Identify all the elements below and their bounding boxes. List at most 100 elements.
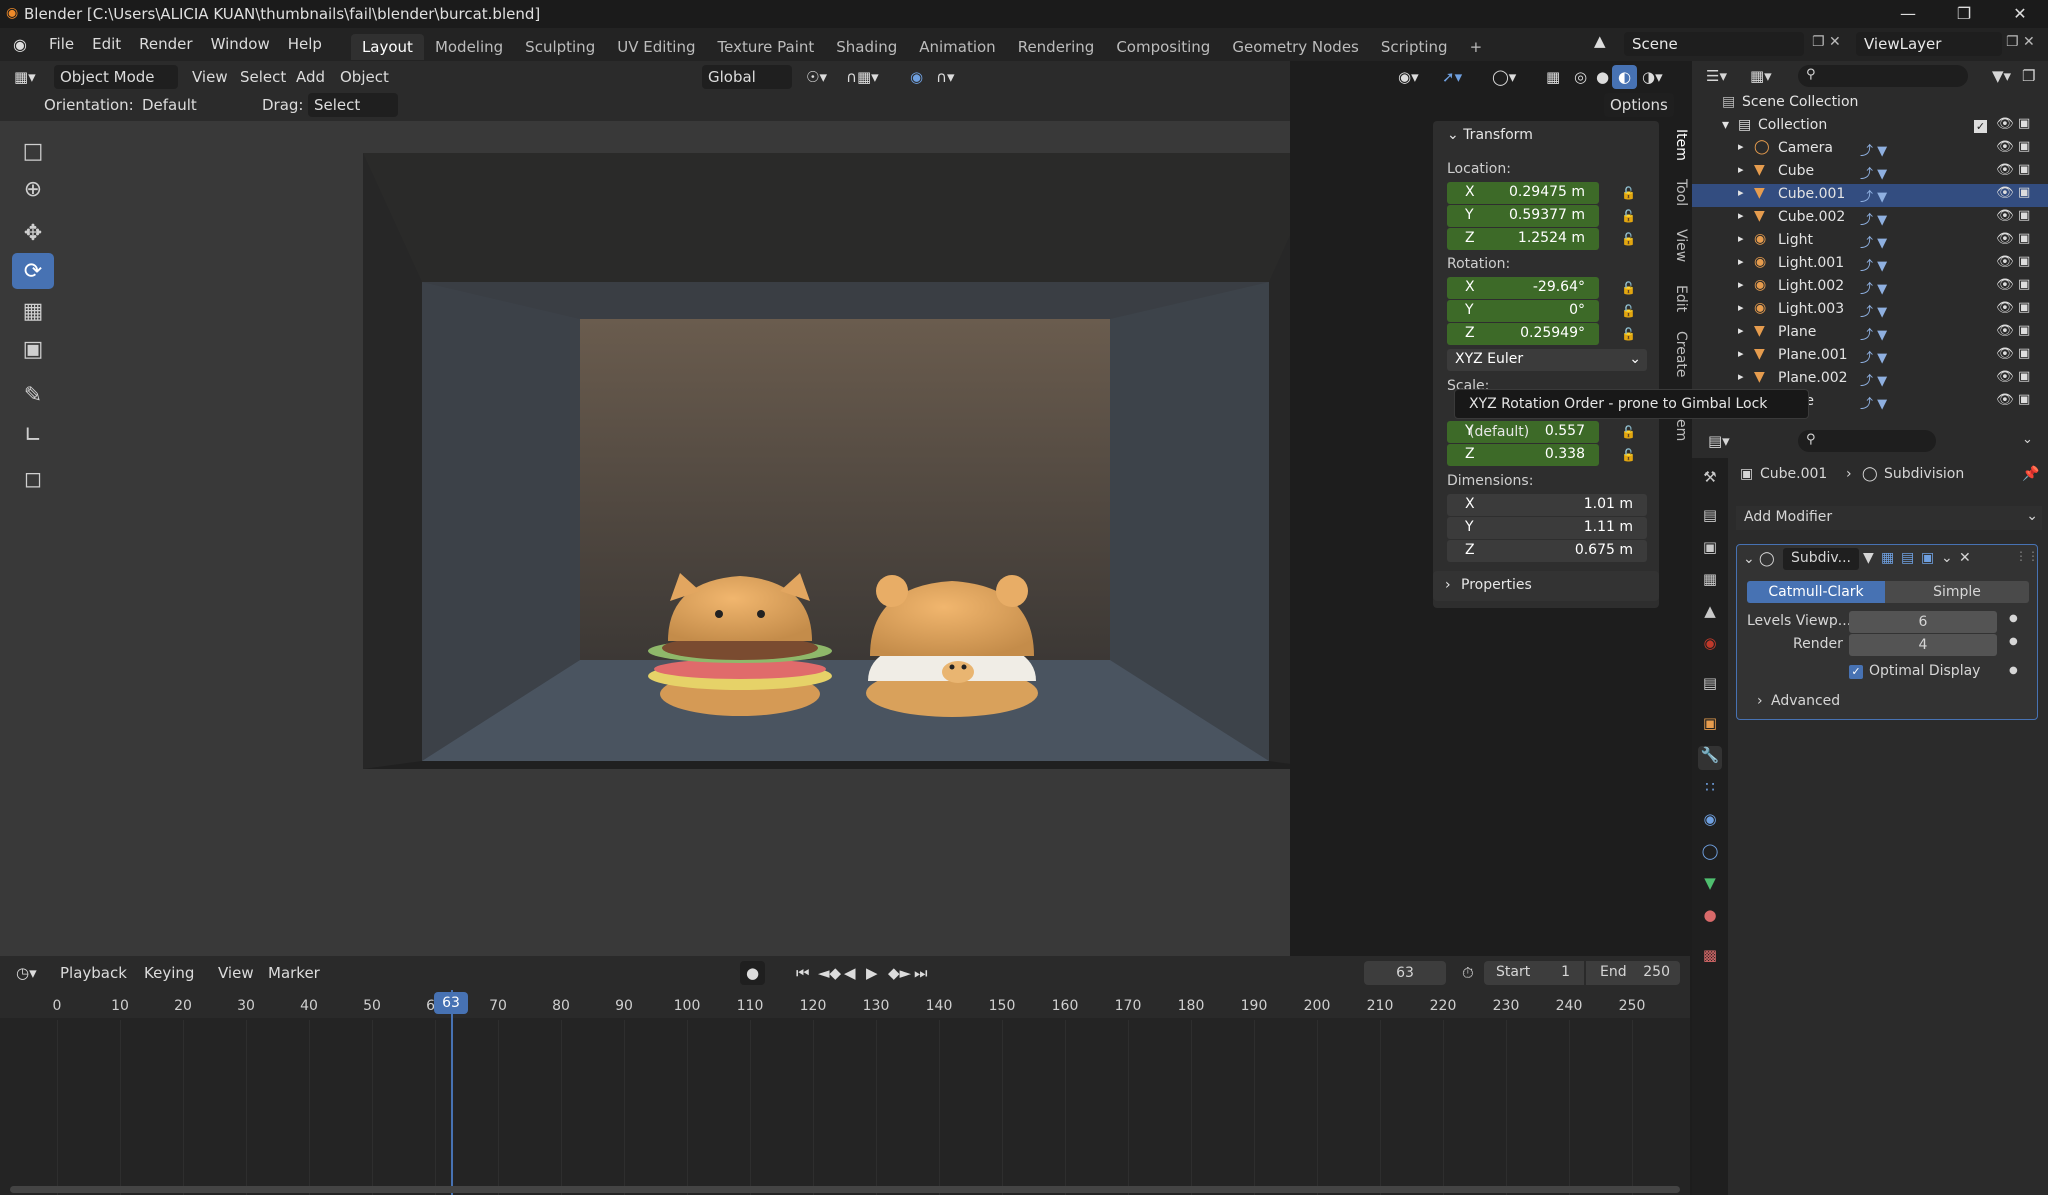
menu-view[interactable]: View xyxy=(186,65,234,89)
lock-icon[interactable]: 🔓 xyxy=(1621,304,1636,318)
location-x-field[interactable]: X 0.29475 m xyxy=(1447,182,1599,204)
transform-orientation-selector[interactable]: Global xyxy=(702,65,792,89)
dimensions-z-field[interactable]: Z 0.675 m xyxy=(1447,540,1647,562)
outliner-row[interactable]: ▸ ◯ Camera ⤴ ▼ 👁 ▣ xyxy=(1692,138,2048,161)
timeline[interactable]: 0102030405060708090100110120130140150160… xyxy=(0,990,1690,1195)
tab-item[interactable]: Item xyxy=(1663,129,1689,161)
optimal-display-checkbox[interactable]: ✓ xyxy=(1849,665,1863,679)
keyframe-dot-icon[interactable]: ● xyxy=(2009,665,2018,676)
pin-icon[interactable]: 📌 xyxy=(2022,466,2039,482)
visibility-icon[interactable]: ◉▾ xyxy=(1392,65,1425,89)
tab-partial[interactable]: em xyxy=(1663,419,1689,441)
camera-icon[interactable]: ▣ xyxy=(2018,254,2030,269)
tab-compositing[interactable]: Compositing xyxy=(1105,34,1221,60)
particles-tab-icon[interactable]: ∷ xyxy=(1698,778,1722,802)
annotate-tool[interactable]: ✎ xyxy=(12,377,54,413)
orientation-selector[interactable]: Default xyxy=(136,93,244,117)
outliner-row[interactable]: ▸ ◉ Light ⤴ ▼ 👁 ▣ xyxy=(1692,230,2048,253)
display-mode-icon[interactable]: ▦▾ xyxy=(1750,67,1772,85)
options-button[interactable]: Options xyxy=(1604,93,1674,117)
view-layer-new-icon[interactable]: ❐ ✕ xyxy=(2006,34,2035,50)
outliner-collection[interactable]: ▾ ▤ Collection ✓ 👁 ▣ xyxy=(1692,115,2048,138)
data-link-icon[interactable]: ⤴ ▼ xyxy=(1860,324,1887,343)
properties-editor-icon[interactable]: ▤▾ xyxy=(1708,432,1730,450)
render-toggle-icon[interactable]: ▣ xyxy=(1921,550,1934,566)
camera-icon[interactable]: ▣ xyxy=(2018,323,2030,338)
menu-edit[interactable]: Edit xyxy=(83,28,130,61)
rotation-x-field[interactable]: X -29.64° xyxy=(1447,277,1599,299)
eye-icon[interactable]: 👁 xyxy=(1996,300,2014,316)
playhead-frame-badge[interactable]: 63 xyxy=(434,992,468,1014)
move-tool[interactable]: ✥ xyxy=(12,215,54,251)
eye-icon[interactable]: 👁 xyxy=(1996,162,2014,178)
simple-button[interactable]: Simple xyxy=(1885,581,2029,603)
lock-icon[interactable]: 🔓 xyxy=(1621,425,1636,439)
data-link-icon[interactable]: ⤴ ▼ xyxy=(1860,209,1887,228)
material-shading-icon[interactable]: ◐ xyxy=(1612,65,1638,89)
outliner-row[interactable]: ▸ ▼ Plane ⤴ ▼ 👁 ▣ xyxy=(1692,322,2048,345)
measure-tool[interactable]: ∟ xyxy=(12,417,54,453)
rotate-tool[interactable]: ⟳ xyxy=(12,253,54,289)
scene-selector[interactable]: Scene xyxy=(1624,32,1804,56)
camera-icon[interactable]: ▣ xyxy=(2018,369,2030,384)
maximize-button[interactable]: ❐ xyxy=(1936,0,1992,28)
data-link-icon[interactable]: ⤴ ▼ xyxy=(1860,140,1887,159)
camera-icon[interactable]: ▣ xyxy=(2018,277,2030,292)
gizmo-toggle-icon[interactable]: ➚▾ xyxy=(1436,65,1468,89)
data-link-icon[interactable]: ⤴ ▼ xyxy=(1860,347,1887,366)
scale-z-field[interactable]: Z 0.338 xyxy=(1447,444,1599,466)
pivot-icon[interactable]: ☉▾ xyxy=(800,65,833,89)
edit-mode-toggle-icon[interactable]: ▼ xyxy=(1863,550,1874,566)
tab-shading[interactable]: Shading xyxy=(825,34,908,60)
viewport-toggle-icon[interactable]: ▤ xyxy=(1901,550,1914,566)
camera-icon[interactable]: ▣ xyxy=(2018,116,2030,131)
texture-tab-icon[interactable]: ▩ xyxy=(1698,946,1722,970)
eye-icon[interactable]: 👁 xyxy=(1996,185,2014,201)
tab-uv-editing[interactable]: UV Editing xyxy=(606,34,706,60)
playhead-line[interactable] xyxy=(451,990,453,1195)
select-box-tool[interactable]: □ xyxy=(12,133,54,169)
eye-icon[interactable]: 👁 xyxy=(1996,208,2014,224)
close-button[interactable]: ✕ xyxy=(1992,0,2048,28)
object-tab-icon[interactable]: ▣ xyxy=(1698,714,1722,738)
rotation-mode-dropdown[interactable]: XYZ Euler ⌄ xyxy=(1447,349,1647,371)
overlay-icon[interactable]: ◯▾ xyxy=(1486,65,1522,89)
falloff-icon[interactable]: ∩▾ xyxy=(930,65,961,89)
camera-icon[interactable]: ▣ xyxy=(2018,208,2030,223)
cage-toggle-icon[interactable]: ▦ xyxy=(1881,550,1894,566)
outliner-row[interactable]: ▸ ▼ Cube.001 ⤴ ▼ 👁 ▣ xyxy=(1692,184,2048,207)
cursor-tool[interactable]: ⊕ xyxy=(12,171,54,207)
burger-bear-model[interactable] xyxy=(866,575,1038,717)
modifier-name-input[interactable]: Subdiv... xyxy=(1783,548,1859,570)
data-link-icon[interactable]: ⤴ ▼ xyxy=(1860,370,1887,389)
minimize-button[interactable]: — xyxy=(1880,0,1936,28)
menu-file[interactable]: File xyxy=(40,28,83,61)
scene-new-icon[interactable]: ❐ ✕ xyxy=(1812,34,1841,50)
add-cube-tool[interactable]: ◻ xyxy=(12,461,54,497)
tab-sculpting[interactable]: Sculpting xyxy=(514,34,606,60)
keyframe-dot-icon[interactable]: ● xyxy=(2009,636,2018,647)
burger-cat-model[interactable] xyxy=(648,573,832,716)
lock-icon[interactable]: 🔓 xyxy=(1621,186,1636,200)
chevron-down-icon[interactable]: ⌄ xyxy=(2022,432,2033,447)
output-tab-icon[interactable]: ▣ xyxy=(1698,538,1722,562)
tab-modeling[interactable]: Modeling xyxy=(424,34,514,60)
menu-playback[interactable]: Playback xyxy=(54,961,133,985)
rendered-shading-icon[interactable]: ◑▾ xyxy=(1636,65,1669,89)
transform-tool[interactable]: ▣ xyxy=(12,331,54,367)
camera-icon[interactable]: ▣ xyxy=(2018,392,2030,407)
material-tab-icon[interactable]: ● xyxy=(1698,906,1722,930)
chevron-right-icon[interactable]: ▸ xyxy=(1738,186,1744,199)
chevron-right-icon[interactable]: ▸ xyxy=(1738,255,1744,268)
eye-icon[interactable]: 👁 xyxy=(1996,254,2014,270)
add-workspace-button[interactable]: + xyxy=(1459,34,1494,60)
location-y-field[interactable]: Y 0.59377 m xyxy=(1447,205,1599,227)
physics-tab-icon[interactable]: ◉ xyxy=(1698,810,1722,834)
outliner-row[interactable]: ▸ ▼ Cube.002 ⤴ ▼ 👁 ▣ xyxy=(1692,207,2048,230)
eye-icon[interactable]: 👁 xyxy=(1996,369,2014,385)
data-link-icon[interactable]: ⤴ ▼ xyxy=(1860,232,1887,251)
outliner-row[interactable]: ▸ ◉ Light.003 ⤴ ▼ 👁 ▣ xyxy=(1692,299,2048,322)
menu-add[interactable]: Add xyxy=(290,65,331,89)
menu-window[interactable]: Window xyxy=(202,28,279,61)
editor-type-icon[interactable]: ▦▾ xyxy=(8,65,42,89)
